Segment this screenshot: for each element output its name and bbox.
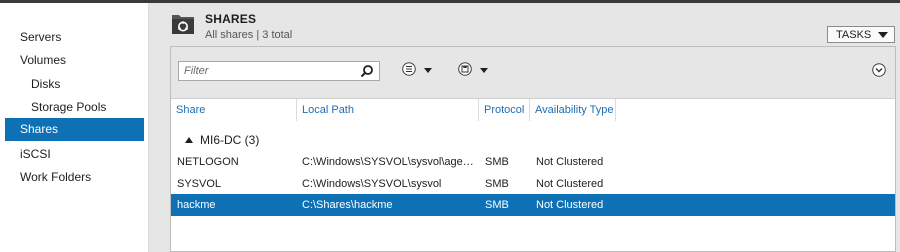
sidebar-item-disks[interactable]: Disks [5, 73, 144, 96]
table-row[interactable]: SYSVOL C:\Windows\SYSVOL\sysvol SMB Not … [171, 173, 895, 195]
cell-local-path: C:\Windows\SYSVOL\sysvol\agent... [302, 156, 477, 168]
cell-share: NETLOGON [177, 156, 239, 168]
list-options-icon [402, 62, 416, 76]
sidebar-item-volumes[interactable]: Volumes [5, 49, 144, 72]
shares-folder-icon [172, 15, 194, 34]
column-header-share[interactable]: Share [171, 99, 297, 121]
tasks-label: TASKS [836, 29, 872, 41]
cell-protocol: SMB [485, 199, 509, 211]
cell-local-path: C:\Shares\hackme [302, 199, 393, 211]
cell-availability-type: Not Clustered [536, 199, 604, 211]
cell-share: SYSVOL [177, 178, 222, 190]
chevron-down-icon [424, 68, 432, 73]
cell-availability-type: Not Clustered [536, 178, 604, 190]
chevron-down-icon [878, 32, 888, 38]
cell-local-path: C:\Windows\SYSVOL\sysvol [302, 178, 442, 190]
search-icon[interactable] [360, 64, 374, 78]
tasks-button[interactable]: TASKS [827, 26, 895, 43]
filter-toolbar [171, 47, 895, 99]
sidebar: Servers Volumes Disks Storage Pools Shar… [0, 3, 149, 252]
page-title: SHARES [205, 12, 257, 26]
column-header-local-path[interactable]: Local Path [297, 99, 479, 121]
table-row[interactable]: NETLOGON C:\Windows\SYSVOL\sysvol\agent.… [171, 151, 895, 173]
expand-icon[interactable] [872, 63, 886, 77]
chevron-down-icon [480, 68, 488, 73]
shares-panel: Share Local Path Protocol Availability T… [170, 46, 896, 252]
sidebar-item-work-folders[interactable]: Work Folders [5, 166, 144, 189]
filter-box [178, 61, 380, 81]
column-header-protocol[interactable]: Protocol [479, 99, 530, 121]
cell-availability-type: Not Clustered [536, 156, 604, 168]
collapse-triangle-icon[interactable] [185, 137, 193, 143]
cell-share: hackme [177, 199, 216, 211]
main-content: SHARES All shares | 3 total TASKS Filter… [149, 3, 900, 252]
list-options-button[interactable] [402, 62, 434, 80]
column-header-availability-type[interactable]: Availability Type [530, 99, 616, 121]
cell-protocol: SMB [485, 156, 509, 168]
group-label: MI6-DC (3) [200, 133, 260, 147]
sidebar-item-shares[interactable]: Shares [5, 118, 144, 141]
filter-input[interactable] [179, 62, 359, 80]
page-subtitle: All shares | 3 total [205, 29, 293, 41]
sidebar-item-iscsi[interactable]: iSCSI [5, 143, 144, 166]
sidebar-item-servers[interactable]: Servers [5, 26, 144, 49]
save-query-button[interactable] [458, 62, 490, 80]
sidebar-item-storage-pools[interactable]: Storage Pools [5, 96, 144, 119]
save-query-icon [458, 62, 472, 76]
cell-protocol: SMB [485, 178, 509, 190]
group-row[interactable]: MI6-DC (3) [171, 129, 895, 151]
table-row-selected[interactable]: hackme C:\Shares\hackme SMB Not Clustere… [171, 194, 895, 216]
